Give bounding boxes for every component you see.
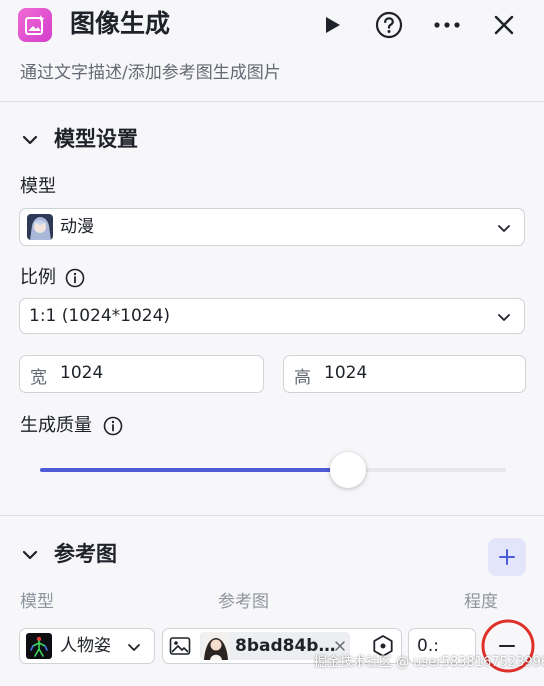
header-divider: [0, 101, 544, 102]
ratio-label: 比例: [20, 267, 56, 288]
help-button[interactable]: [370, 6, 408, 44]
width-prefix: 宽: [30, 368, 47, 388]
reference-photo-thumbnail: [202, 632, 230, 660]
height-input[interactable]: [324, 363, 504, 383]
chevron-down-icon: [22, 135, 38, 145]
anime-model-thumbnail: [27, 214, 53, 240]
model-select-value: 动漫: [60, 217, 94, 237]
collapse-model-settings-toggle[interactable]: [20, 128, 44, 152]
reference-model-select[interactable]: 人物姿: [19, 628, 155, 664]
chevron-down-icon: [498, 314, 510, 321]
ratio-select-value: 1:1 (1024*1024): [29, 306, 171, 326]
column-model-header: 模型: [20, 592, 54, 612]
close-button[interactable]: [485, 6, 523, 44]
collapse-reference-toggle[interactable]: [20, 543, 44, 567]
quality-slider[interactable]: [40, 452, 506, 488]
image-icon: [169, 637, 191, 655]
model-settings-title: 模型设置: [54, 127, 138, 151]
height-prefix: 高: [294, 368, 311, 388]
page-title: 图像生成: [70, 9, 171, 38]
ratio-select[interactable]: 1:1 (1024*1024): [19, 298, 525, 334]
more-button[interactable]: [428, 6, 466, 44]
chevron-down-icon: [128, 644, 140, 651]
width-field[interactable]: 宽: [19, 355, 264, 393]
app-logo: [18, 8, 52, 42]
close-icon: [494, 15, 514, 35]
info-icon: [103, 416, 123, 436]
watermark: 掘金技术社区 @ user5838167523996: [314, 655, 544, 670]
section-divider: [0, 515, 544, 516]
page-subtitle: 通过文字描述/添加参考图生成图片: [20, 63, 281, 83]
question-icon: [375, 11, 403, 39]
width-input[interactable]: [60, 363, 240, 383]
column-degree-header: 程度: [464, 592, 498, 612]
play-icon: [326, 17, 340, 33]
quality-label: 生成质量: [20, 415, 92, 436]
model-select[interactable]: 动漫: [19, 208, 525, 246]
image-generate-icon: [25, 15, 45, 35]
add-reference-button[interactable]: [488, 538, 526, 576]
slider-fill: [40, 468, 348, 472]
run-button[interactable]: [313, 6, 351, 44]
quality-info-button[interactable]: [103, 416, 123, 440]
reference-model-value: 人物姿: [60, 636, 111, 656]
plus-icon: [499, 549, 515, 565]
ratio-info-button[interactable]: [65, 268, 85, 292]
slider-thumb[interactable]: [329, 452, 366, 488]
pose-model-thumbnail: [26, 633, 52, 659]
model-label: 模型: [20, 176, 56, 197]
more-icon: [434, 22, 460, 28]
chevron-down-icon: [498, 225, 510, 232]
chevron-down-icon: [22, 550, 38, 560]
info-icon: [65, 268, 85, 288]
column-reference-header: 参考图: [218, 592, 269, 612]
reference-title: 参考图: [54, 542, 117, 566]
height-field[interactable]: 高: [283, 355, 526, 393]
